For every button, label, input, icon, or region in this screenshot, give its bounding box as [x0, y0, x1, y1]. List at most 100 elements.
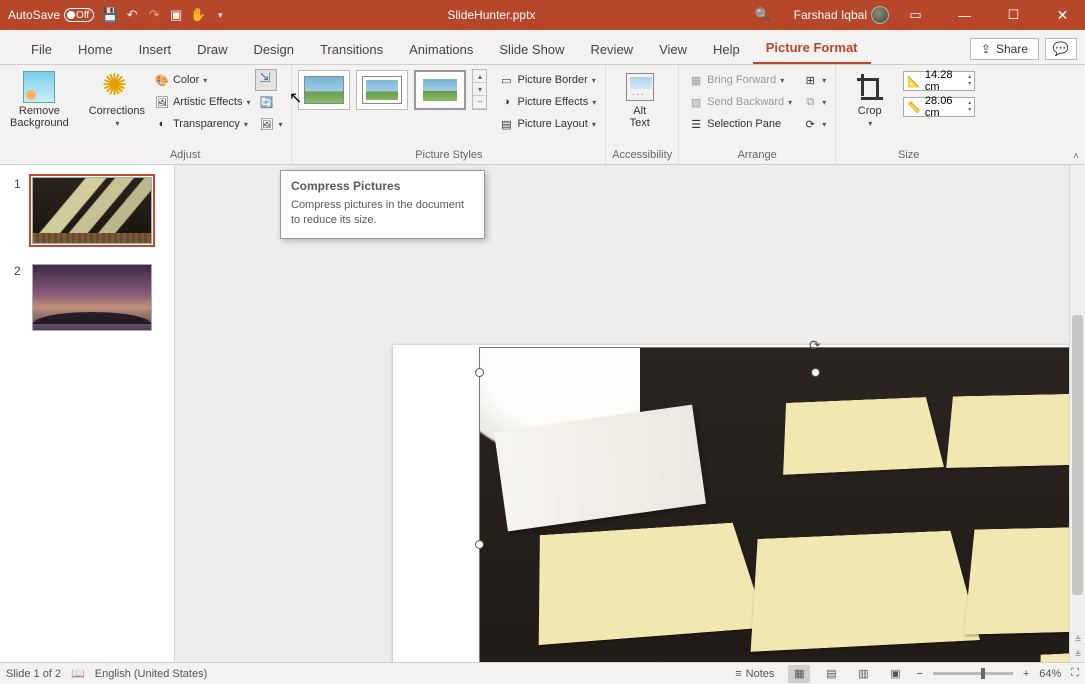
tab-home[interactable]: Home [65, 35, 126, 64]
transparency-button[interactable]: ◐Transparency▾ [151, 113, 254, 135]
fit-to-window-button[interactable]: ⛶ [1071, 667, 1079, 680]
alt-text-button[interactable]: Alt Text [612, 69, 667, 129]
language-status[interactable]: English (United States) [95, 668, 208, 680]
thumbnail-number: 2 [14, 264, 26, 331]
save-icon[interactable]: 💾 [101, 6, 119, 24]
present-from-beginning-icon[interactable]: ▣ [167, 6, 185, 24]
zoom-in-button[interactable]: + [1023, 668, 1029, 680]
artistic-icon: 🖼 [154, 94, 170, 110]
search-icon[interactable]: 🔍 [754, 6, 772, 24]
size-group-label: Size [842, 147, 975, 164]
align-button[interactable]: ⊞▾ [799, 69, 829, 91]
bring-forward-button[interactable]: ▦Bring Forward▾ [685, 69, 795, 91]
color-button[interactable]: 🎨Color▾ [151, 69, 254, 91]
width-input[interactable]: 📏28.06 cm▴▾ [903, 97, 975, 117]
picture-layout-button[interactable]: ▤Picture Layout▾ [495, 113, 599, 135]
tab-insert[interactable]: Insert [126, 35, 185, 64]
effects-icon: ◑ [498, 94, 514, 110]
minimize-button[interactable]: ― [942, 0, 987, 30]
slide-thumbnails: 1 2 [0, 165, 175, 662]
picture-style-gallery[interactable]: ▴▾⎯ [298, 69, 487, 110]
remove-background-button[interactable]: Remove Background [6, 69, 73, 129]
compress-pictures-button[interactable] [255, 69, 277, 91]
tab-help[interactable]: Help [700, 35, 753, 64]
tab-picture-format[interactable]: Picture Format [753, 33, 871, 64]
redo-icon[interactable]: ↷ [145, 6, 163, 24]
style-thumb-3[interactable] [414, 70, 466, 110]
tab-view[interactable]: View [646, 35, 700, 64]
notes-icon: ≡ [735, 668, 741, 680]
tab-slideshow[interactable]: Slide Show [486, 35, 577, 64]
accessibility-group-label: Accessibility [612, 147, 672, 164]
picture-border-button[interactable]: ▭Picture Border▾ [495, 69, 599, 91]
style-thumb-1[interactable] [298, 70, 350, 110]
tooltip-title: Compress Pictures [291, 179, 474, 193]
arrange-group-label: Arrange [685, 147, 829, 164]
tab-review[interactable]: Review [577, 35, 646, 64]
tab-file[interactable]: File [18, 35, 65, 64]
adjust-group-label: Adjust [85, 147, 286, 164]
group-icon: ⧉ [802, 94, 818, 110]
zoom-slider[interactable] [933, 672, 1013, 675]
tab-transitions[interactable]: Transitions [307, 35, 396, 64]
tab-draw[interactable]: Draw [184, 35, 240, 64]
reading-view-button[interactable]: ▥ [852, 665, 874, 683]
crop-button[interactable]: Crop ▾ [842, 69, 897, 128]
selected-picture[interactable] [479, 347, 1069, 662]
share-button[interactable]: ⇪Share [970, 38, 1039, 60]
qat-customize-icon[interactable]: ▾ [211, 6, 229, 24]
selection-pane-button[interactable]: ☰Selection Pane [685, 113, 795, 135]
normal-view-button[interactable]: ▦ [788, 665, 810, 683]
ribbon: Remove Background Corrections ▾ 🎨Color▾ … [0, 65, 1085, 165]
selection-handle[interactable] [475, 540, 484, 549]
picture-effects-button[interactable]: ◑Picture Effects▾ [495, 91, 599, 113]
prev-slide-button[interactable]: ≙ [1070, 632, 1085, 647]
chevron-down-icon: ▾ [115, 119, 119, 128]
sorter-view-button[interactable]: ▤ [820, 665, 842, 683]
thumbnail-2[interactable]: 2 [0, 264, 174, 331]
group-button[interactable]: ⧉▾ [799, 91, 829, 113]
avatar[interactable] [871, 6, 889, 24]
ribbon-display-button[interactable]: ▭ [893, 0, 938, 30]
picture-styles-group-label: Picture Styles [298, 147, 599, 164]
gallery-scroll[interactable]: ▴▾⎯ [472, 69, 487, 110]
zoom-level[interactable]: 64% [1039, 668, 1061, 680]
color-icon: 🎨 [154, 72, 170, 88]
change-picture-button[interactable]: 🔄 [255, 91, 285, 113]
selection-handle[interactable] [475, 368, 484, 377]
style-thumb-2[interactable] [356, 70, 408, 110]
maximize-button[interactable]: ☐ [991, 0, 1036, 30]
next-slide-button[interactable]: ≚ [1070, 647, 1085, 662]
zoom-out-button[interactable]: − [916, 668, 922, 680]
touch-mode-icon[interactable]: ✋ [189, 6, 207, 24]
thumbnail-2-preview [32, 264, 152, 331]
rotate-button[interactable]: ⟳▾ [799, 113, 829, 135]
thumbnail-1[interactable]: 1 [0, 177, 174, 244]
artistic-effects-button[interactable]: 🖼Artistic Effects▾ [151, 91, 254, 113]
slide-canvas[interactable]: ⟳ [175, 165, 1069, 662]
reset-picture-button[interactable]: 🖼▾ [255, 113, 285, 135]
slideshow-view-button[interactable]: ▣ [884, 665, 906, 683]
spellcheck-icon[interactable]: 📖 [71, 667, 85, 680]
thumbnail-number: 1 [14, 177, 26, 244]
rotation-handle[interactable]: ⟳ [809, 337, 821, 354]
undo-icon[interactable]: ↶ [123, 6, 141, 24]
autosave-toggle[interactable]: AutoSave Off [8, 8, 97, 22]
height-input[interactable]: 📐14.28 cm▴▾ [903, 71, 975, 91]
window-title: SlideHunter.pptx [229, 8, 753, 22]
share-icon: ⇪ [981, 42, 991, 56]
selection-handle[interactable] [811, 368, 820, 377]
close-button[interactable]: ✕ [1040, 0, 1085, 30]
transparency-icon: ◐ [154, 116, 170, 132]
tab-animations[interactable]: Animations [396, 35, 486, 64]
collapse-ribbon-icon[interactable]: ˄ [1073, 151, 1079, 162]
comments-button[interactable]: 💬 [1045, 38, 1077, 60]
send-backward-button[interactable]: ▧Send Backward▾ [685, 91, 795, 113]
notes-button[interactable]: ≡Notes [731, 668, 778, 680]
height-icon: 📐 [907, 75, 921, 88]
vertical-scrollbar[interactable]: ≙ ≚ [1069, 165, 1085, 662]
rotate-icon: ⟳ [802, 116, 818, 132]
corrections-button[interactable]: Corrections ▾ [85, 69, 149, 128]
tab-design[interactable]: Design [241, 35, 307, 64]
username: Farshad Iqbal [794, 8, 867, 22]
